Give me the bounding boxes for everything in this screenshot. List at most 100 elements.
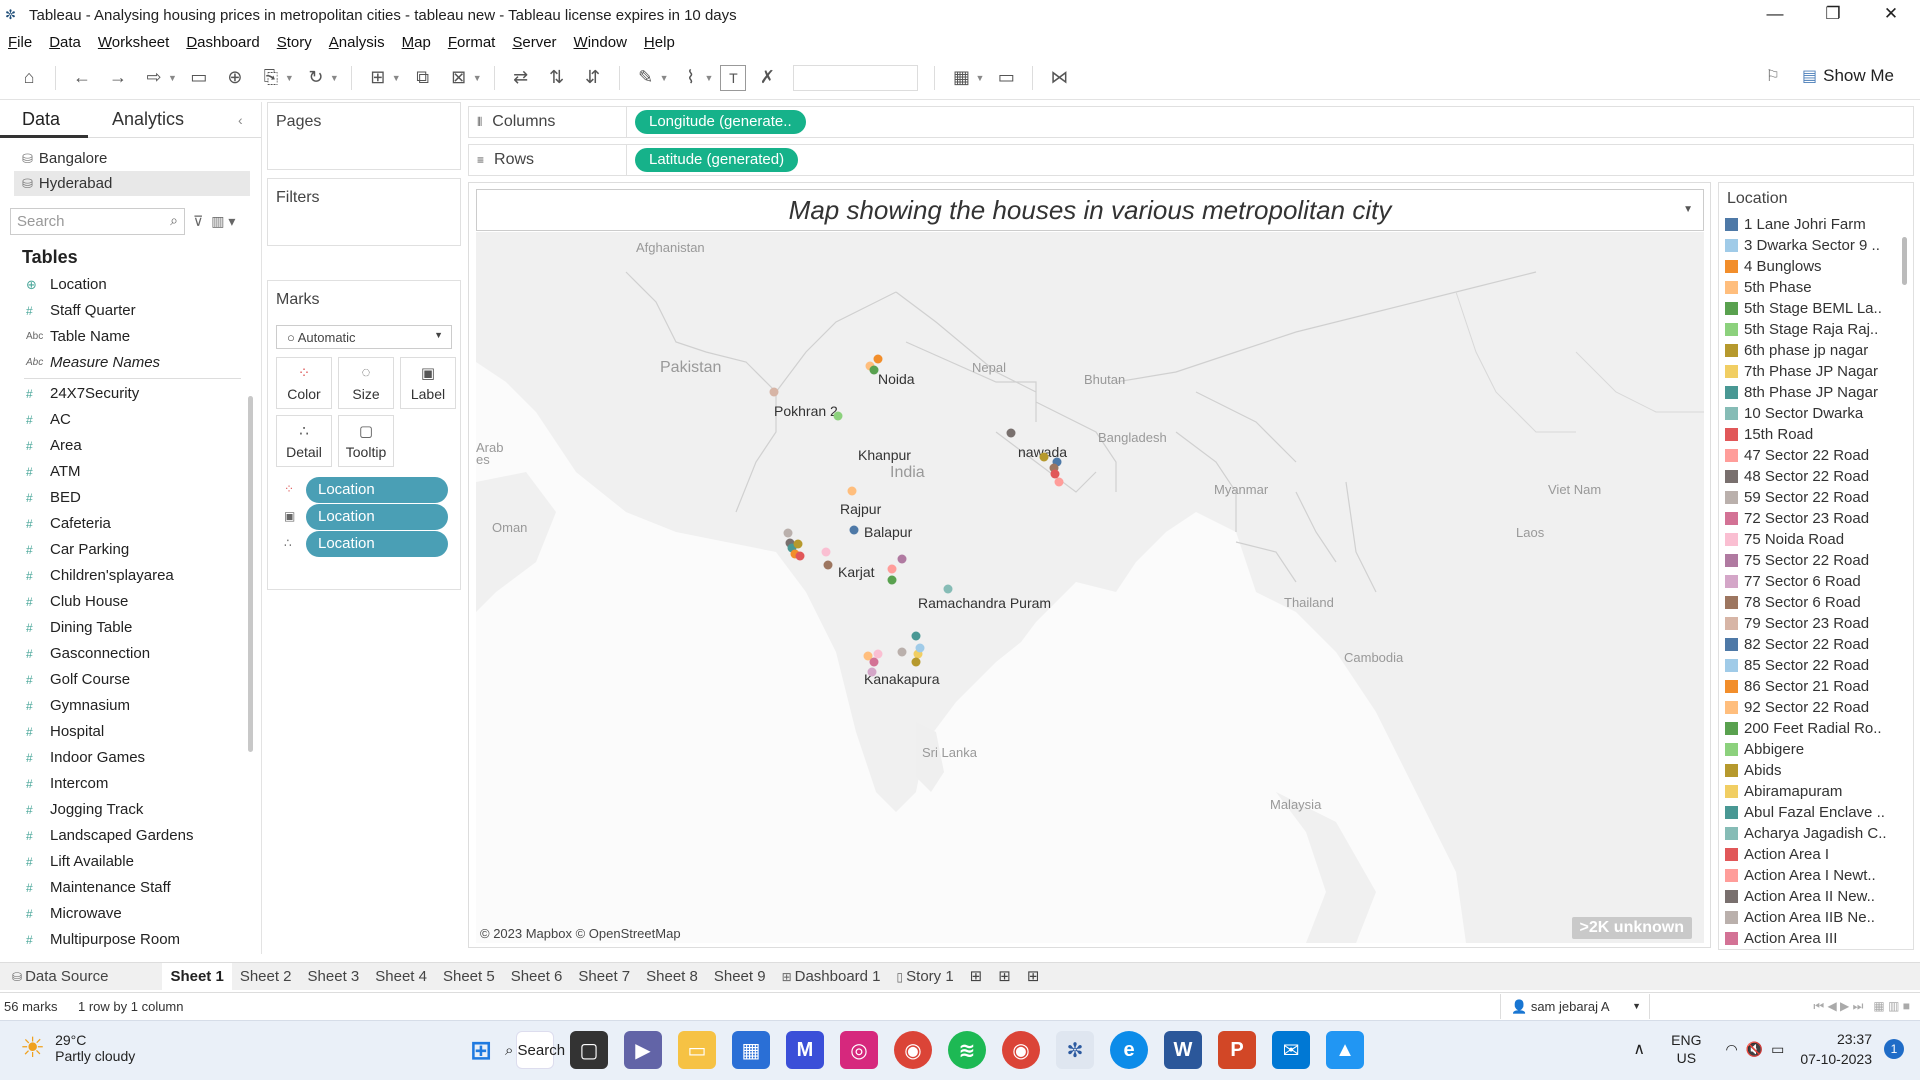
mute-icon[interactable]: 🔇 [1746,1041,1763,1058]
menu-help[interactable]: Help [644,34,675,51]
replay-icon[interactable]: ⇨ [139,67,169,88]
chevron-down-icon[interactable]: ▼ [285,73,294,83]
legend-item[interactable]: 7th Phase JP Nagar [1719,361,1913,382]
legend-item[interactable]: 6th phase jp nagar [1719,340,1913,361]
legend-item[interactable]: Acharya Jagadish C.. [1719,823,1913,844]
menu-dashboard[interactable]: Dashboard [186,34,259,51]
sheet-nav-icons[interactable]: ⏮ ◀ ▶ ⏭ ▦ ▥ ■ [1813,999,1910,1014]
weather-widget[interactable]: ☀ 29°C Partly cloudy [20,1031,135,1064]
powerpoint-icon[interactable]: P [1218,1031,1256,1069]
start-icon[interactable]: ⊞ [462,1031,500,1069]
menu-file[interactable]: File [8,34,32,51]
legend-item[interactable]: 86 Sector 21 Road [1719,676,1913,697]
field-item[interactable]: # Maintenance Staff [26,875,261,901]
field-item[interactable]: # Gasconnection [26,641,261,667]
legend-item[interactable]: 1 Lane Johri Farm [1719,214,1913,235]
location-color-pill[interactable]: Location [306,477,448,503]
mail-icon[interactable]: ✉ [1272,1031,1310,1069]
legend-item[interactable]: 4 Bunglows [1719,256,1913,277]
show-cards-icon[interactable]: ▦ [946,67,976,88]
tab-story[interactable]: ▯ Story 1 [889,963,962,991]
house-location-mark[interactable] [833,411,843,421]
house-location-mark[interactable] [911,657,921,667]
share-icon[interactable]: ⋈ [1044,67,1074,88]
detail-button[interactable]: ∴ Detail [276,415,332,467]
filter-icon[interactable]: ⊽ [193,213,203,230]
redo-icon[interactable]: → [103,67,133,88]
legend-item[interactable]: 8th Phase JP Nagar [1719,382,1913,403]
clear-sheet-icon[interactable]: ⊠ [444,67,474,88]
house-location-mark[interactable] [915,643,925,653]
legend-item[interactable]: 59 Sector 22 Road [1719,487,1913,508]
tab-data[interactable]: Data [0,102,88,138]
field-item[interactable]: # Club House [26,589,261,615]
filters-card[interactable]: Filters [267,178,461,246]
edge-icon[interactable]: e [1110,1031,1148,1069]
legend-item[interactable]: Action Area III [1719,928,1913,949]
instagram-icon[interactable]: ◎ [840,1031,878,1069]
new-data-source-icon[interactable]: ⊕ [220,67,250,88]
size-button[interactable]: ◌ Size [338,357,394,409]
field-item[interactable]: # Children'splayarea [26,563,261,589]
color-button[interactable]: ⁘ Color [276,357,332,409]
legend-item[interactable]: 3 Dwarka Sector 9 .. [1719,235,1913,256]
house-location-mark[interactable] [793,539,803,549]
sort-descending-icon[interactable]: ⇵ [578,67,608,88]
legend-item[interactable]: 5th Phase [1719,277,1913,298]
field-item[interactable]: # Intercom [26,771,261,797]
new-worksheet-tab-icon[interactable]: ⊞ [962,963,991,991]
house-location-mark[interactable] [943,584,953,594]
rows-shelf[interactable]: ≡ Rows Latitude (generated) [468,144,1914,176]
house-location-mark[interactable] [911,631,921,641]
tab-sheet[interactable]: Sheet 8 [638,963,706,991]
house-location-mark[interactable] [867,667,877,677]
tab-dashboard[interactable]: ⊞ Dashboard 1 [774,963,889,991]
legend-item[interactable]: 200 Feet Radial Ro.. [1719,718,1913,739]
house-location-mark[interactable] [869,365,879,375]
legend-item[interactable]: 15th Road [1719,424,1913,445]
house-location-mark[interactable] [1006,428,1016,438]
label-button[interactable]: ▣ Label [400,357,456,409]
legend-item[interactable]: 77 Sector 6 Road [1719,571,1913,592]
house-location-mark[interactable] [869,657,879,667]
house-location-mark[interactable] [887,564,897,574]
tab-sheet[interactable]: Sheet 1 [162,962,232,991]
house-location-mark[interactable] [897,554,907,564]
menu-analysis[interactable]: Analysis [329,34,385,51]
menu-window[interactable]: Window [574,34,627,51]
legend-item[interactable]: Action Area II New.. [1719,886,1913,907]
store-icon[interactable]: ▦ [732,1031,770,1069]
legend-item[interactable]: 48 Sector 22 Road [1719,466,1913,487]
columns-shelf[interactable]: ⦀ Columns Longitude (generate.. [468,106,1914,138]
legend-item[interactable]: Abul Fazal Enclave .. [1719,802,1913,823]
latitude-pill[interactable]: Latitude (generated) [635,148,799,172]
house-location-mark[interactable] [769,387,779,397]
field-item[interactable]: # Cafeteria [26,511,261,537]
menu-server[interactable]: Server [512,34,556,51]
minimize-button[interactable]: — [1746,0,1804,30]
tab-sheet[interactable]: Sheet 5 [435,963,503,991]
legend-item[interactable]: 75 Sector 22 Road [1719,550,1913,571]
legend-item[interactable]: 79 Sector 23 Road [1719,613,1913,634]
new-worksheet-icon[interactable]: ⊞ [363,67,393,88]
legend-item[interactable]: 5th Stage Raja Raj.. [1719,319,1913,340]
show-mark-labels-icon[interactable]: T [720,64,747,91]
field-item[interactable]: # Jogging Track [26,797,261,823]
tableau-taskbar-icon[interactable]: ✼ [1056,1031,1094,1069]
swap-rows-columns-icon[interactable]: ⇄ [506,67,536,88]
spotify-icon[interactable]: ≋ [948,1031,986,1069]
chevron-down-icon[interactable]: ▼ [392,73,401,83]
field-item[interactable]: # Staff Quarter [26,298,261,324]
menu-format[interactable]: Format [448,34,496,51]
field-item[interactable]: # Landscaped Gardens [26,823,261,849]
legend-item[interactable]: 92 Sector 22 Road [1719,697,1913,718]
field-item[interactable]: ⊕ Location [26,272,261,298]
map-canvas[interactable]: Afghanistan Pakistan Nepal Bhutan Bangladesh… [476,232,1704,943]
tab-analytics[interactable]: Analytics [88,109,238,130]
legend-item[interactable]: Action Area I [1719,844,1913,865]
menu-data[interactable]: Data [49,34,81,51]
new-dashboard-tab-icon[interactable]: ⊞ [990,963,1019,991]
tab-data-source[interactable]: ⛁ Data Source [4,963,116,991]
chevron-down-icon[interactable]: ▼ [168,73,177,83]
collapse-pane-icon[interactable]: ‹ [238,112,243,128]
